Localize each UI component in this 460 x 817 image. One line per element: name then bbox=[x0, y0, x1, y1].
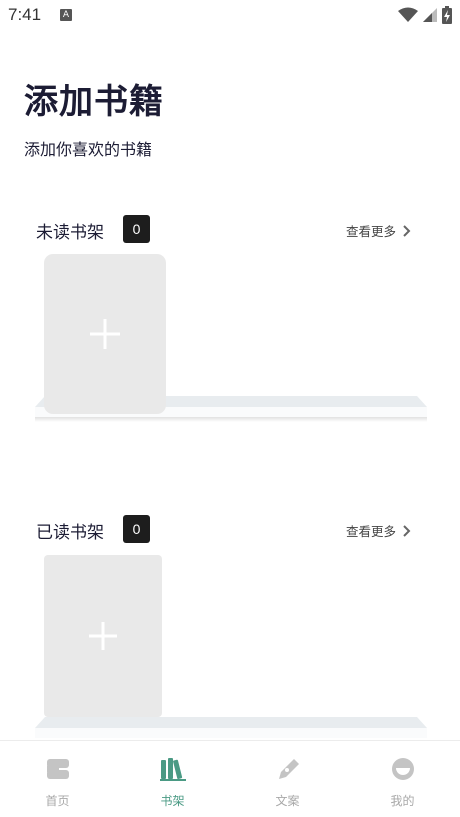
bottom-nav: 首页 书架 文案 我的 bbox=[0, 740, 460, 817]
view-more-label: 查看更多 bbox=[346, 224, 397, 239]
add-book-button[interactable] bbox=[44, 254, 166, 414]
nav-item-profile[interactable]: 我的 bbox=[345, 741, 460, 817]
wifi-icon bbox=[398, 7, 418, 22]
plus-icon bbox=[89, 622, 117, 650]
count-badge: 0 bbox=[123, 515, 150, 543]
profile-icon bbox=[391, 758, 414, 780]
nav-label: 我的 bbox=[390, 794, 415, 808]
nav-item-copywriting[interactable]: 文案 bbox=[230, 741, 345, 817]
status-time: 7:41 bbox=[8, 5, 42, 24]
status-icons bbox=[398, 6, 452, 24]
signal-icon bbox=[423, 8, 437, 22]
nav-label: 首页 bbox=[45, 794, 70, 808]
view-more-link[interactable]: 查看更多 bbox=[346, 521, 411, 540]
battery-charging-icon bbox=[442, 6, 452, 24]
add-book-button[interactable] bbox=[44, 555, 162, 717]
nav-item-home[interactable]: 首页 bbox=[0, 741, 115, 817]
pen-icon bbox=[278, 759, 299, 779]
count-badge: 0 bbox=[123, 215, 150, 243]
nav-label: 书架 bbox=[160, 794, 185, 808]
notification-badge: A bbox=[60, 9, 72, 21]
home-icon bbox=[46, 759, 69, 779]
chevron-right-icon bbox=[403, 224, 411, 237]
nav-label: 文案 bbox=[275, 794, 300, 808]
plus-icon bbox=[90, 319, 120, 349]
status-bar: 7:41 A bbox=[0, 0, 460, 32]
nav-item-bookshelf[interactable]: 书架 bbox=[115, 741, 230, 817]
view-more-link[interactable]: 查看更多 bbox=[346, 221, 411, 240]
shelf-title: 未读书架 bbox=[36, 223, 104, 243]
chevron-right-icon bbox=[403, 524, 411, 537]
page-title: 添加书籍 bbox=[24, 82, 164, 122]
bookshelf-icon bbox=[159, 758, 186, 781]
shelf-title: 已读书架 bbox=[36, 523, 104, 543]
page-subtitle: 添加你喜欢的书籍 bbox=[24, 140, 153, 159]
view-more-label: 查看更多 bbox=[346, 524, 397, 539]
